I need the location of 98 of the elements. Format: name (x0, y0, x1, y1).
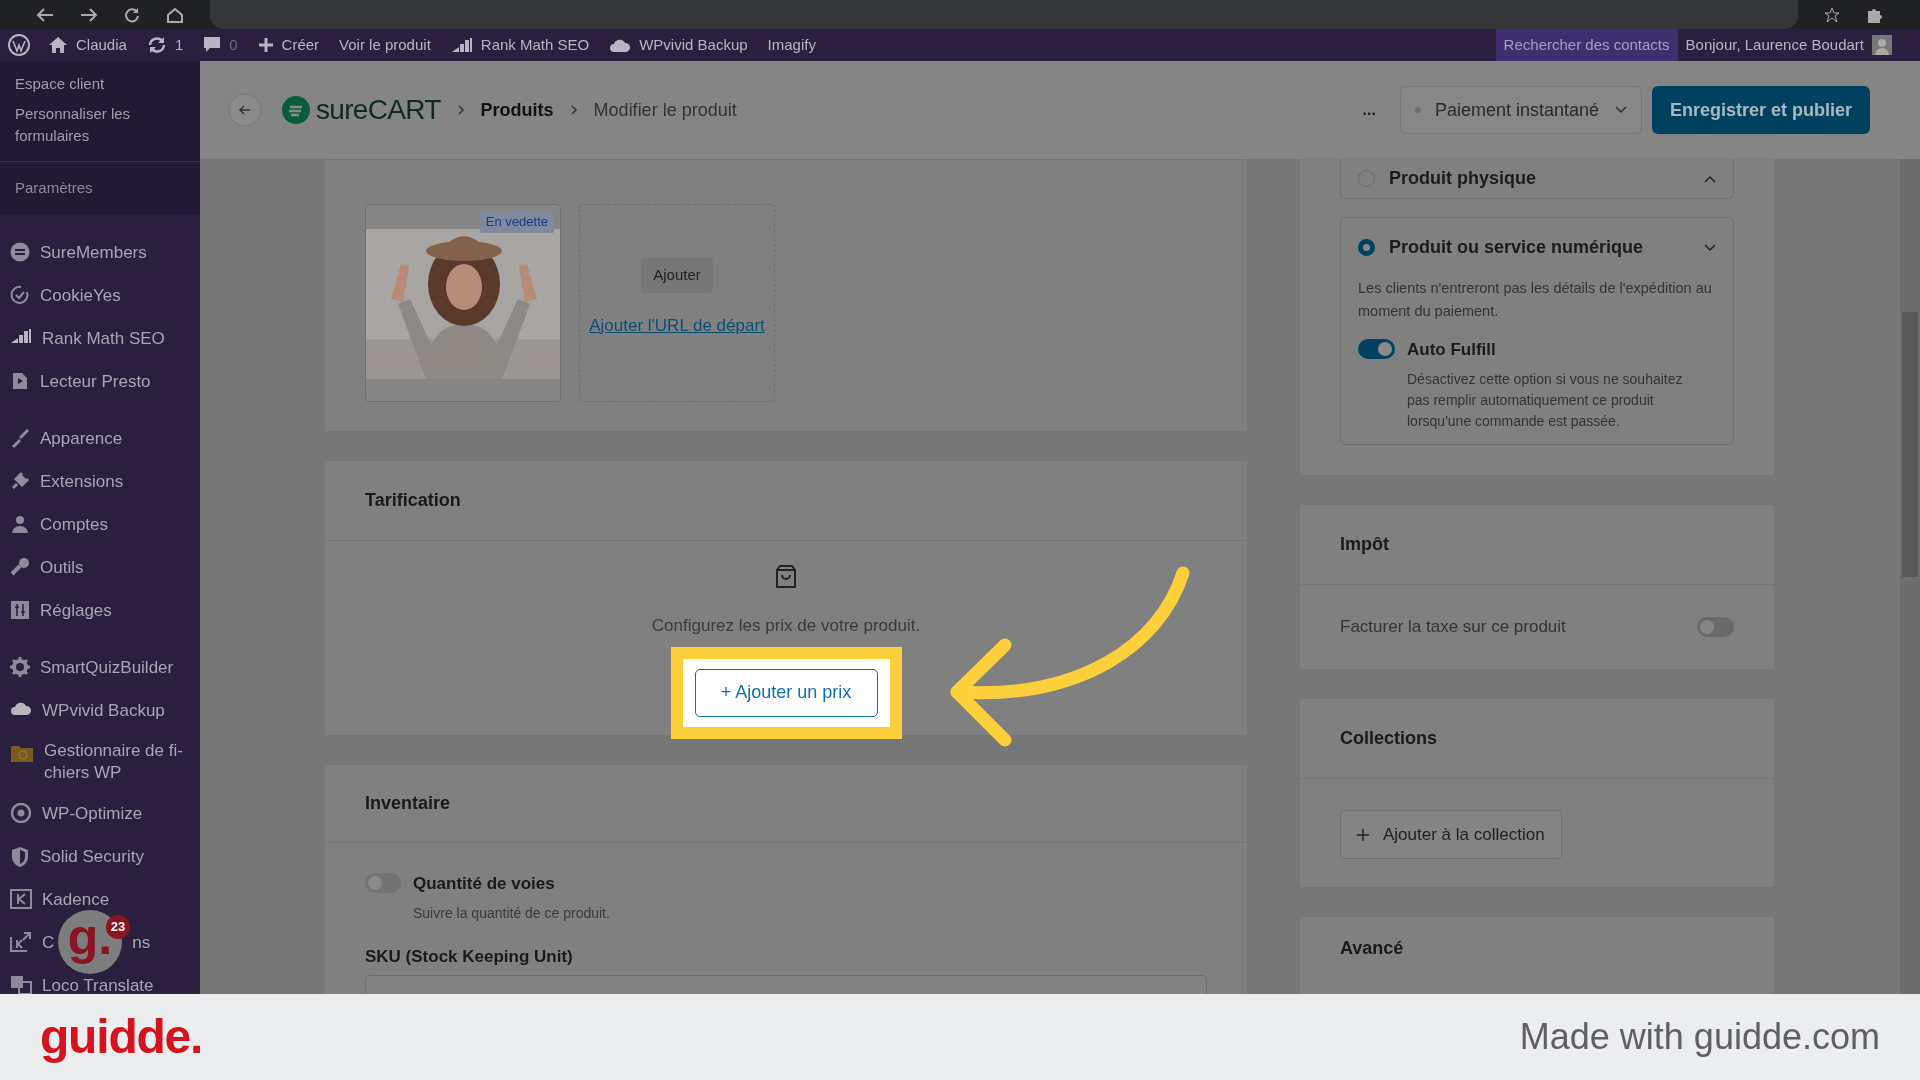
comment-icon (203, 36, 222, 54)
menu-item[interactable]: SmartQuizBuilder (40, 653, 190, 681)
play-icon (10, 370, 30, 391)
option-description: Les clients n'entreront pas les détails de l'expédition au moment du paiement. (1358, 279, 1713, 321)
chevron-right-icon (456, 104, 465, 116)
section-title: Avancé (1340, 938, 1404, 958)
add-to-collection-button[interactable]: Ajouter à la collection (1340, 810, 1562, 859)
search-contacts-link[interactable]: Rechercher des contacts (1495, 29, 1678, 61)
section-title: Collections (1340, 727, 1437, 750)
forward-icon[interactable] (80, 7, 98, 22)
menu-item-text[interactable]: C (42, 928, 55, 956)
translate-icon (10, 974, 32, 994)
toggle-label: Auto Fulfill (1407, 339, 1497, 361)
chevron-right-icon (569, 104, 578, 116)
brush-icon (10, 427, 30, 448)
menu-item[interactable]: Solid Security (40, 842, 190, 870)
guidde-logo: guidde. (40, 1009, 203, 1065)
back-icon[interactable] (36, 7, 54, 22)
gear-icon (10, 656, 30, 677)
star-icon[interactable] (1824, 6, 1840, 23)
toggle-switch[interactable] (1697, 617, 1734, 637)
chevron-down-icon (1614, 106, 1627, 114)
section-title: Impôt (1340, 533, 1389, 556)
kadence-icon (10, 931, 32, 952)
breadcrumb-link[interactable]: Produits (480, 96, 554, 124)
menu-item[interactable]: CookieYes (40, 281, 190, 309)
menu-item[interactable]: Comptes (40, 510, 190, 538)
menu-item[interactable]: Apparence (40, 424, 190, 452)
option-label: Produit physique (1389, 167, 1536, 190)
featured-badge: En vedette (479, 211, 554, 233)
sure-icon (10, 241, 30, 262)
chevron-icon[interactable] (1704, 243, 1716, 252)
admin-bar-link[interactable]: Claudia (76, 33, 127, 57)
chart-icon (10, 327, 32, 344)
breadcrumb-link[interactable]: Modifier le produit (593, 96, 737, 124)
toggle-switch[interactable] (1358, 339, 1395, 359)
kadence-icon (10, 888, 32, 909)
plus-icon (257, 37, 274, 53)
section-title: Inventaire (365, 792, 451, 815)
menu-item[interactable]: Loco Translate (42, 971, 190, 994)
radio-button[interactable] (1358, 239, 1375, 256)
chevron-icon[interactable] (1704, 174, 1716, 183)
menu-item[interactable]: Kadence (42, 885, 190, 913)
payment-select[interactable]: Paiement instantané (1399, 86, 1642, 134)
menu-item[interactable]: Extensions (40, 467, 190, 495)
user-icon (10, 513, 30, 534)
cookie-icon (10, 284, 30, 305)
submenu-link[interactable]: Personnaliser les formulaires (0, 99, 200, 151)
admin-bar-link[interactable]: Voir le produit (329, 29, 441, 61)
notification-count: 23 (106, 915, 130, 939)
pricing-message: Configurez les prix de votre produit. (651, 615, 921, 637)
credit-text: Made with guidde.com (1519, 1015, 1880, 1059)
shield-icon (10, 845, 30, 868)
submenu-link[interactable]: Paramètres (0, 162, 200, 215)
back-button[interactable] (228, 93, 262, 127)
sliders-icon (10, 599, 30, 620)
avatar-icon[interactable] (1872, 35, 1892, 55)
option-label: Produit ou service numérique (1389, 236, 1644, 259)
more-button[interactable]: ... (1362, 98, 1376, 122)
section-title: Tarification (365, 489, 461, 512)
admin-bar-link[interactable]: Imagify (757, 29, 826, 61)
chart-icon (450, 37, 473, 53)
menu-item[interactable]: WP-Optimize (42, 799, 190, 827)
shopping-bag-icon (775, 565, 797, 589)
reload-icon[interactable] (124, 6, 140, 23)
setting-label: Facturer la taxe sur ce produit (1340, 616, 1566, 639)
cloud-icon (609, 37, 632, 53)
brand-name: sureCART (316, 96, 441, 124)
greeting-link[interactable]: Bonjour, Laurence Boudart (1685, 33, 1864, 57)
home-icon (48, 36, 68, 54)
admin-bar-link[interactable]: Créer (281, 33, 320, 57)
toggle-hint: Désactivez cette option si vous ne souhaitez pas remplir automatiquement ce produit lorsqu'une commande est passée. (1407, 369, 1684, 431)
menu-item[interactable]: Réglages (40, 596, 190, 624)
surecart-logo-icon (282, 96, 310, 124)
admin-bar-link[interactable]: 1 (174, 33, 184, 57)
menu-item[interactable]: WPvivid Backup (42, 696, 190, 724)
menu-item[interactable]: Gestionnaire de fi-chiers WP (44, 739, 190, 784)
admin-bar-link[interactable]: Rank Math SEO (480, 33, 590, 57)
field-label: SKU (Stock Keeping Unit) (364, 945, 574, 968)
option-card[interactable]: Produit physique (1340, 159, 1734, 199)
submenu-link[interactable]: Espace client (0, 69, 200, 99)
wordpress-logo-icon[interactable] (8, 34, 30, 56)
publish-button[interactable]: Enregistrer et publier (1651, 86, 1870, 134)
add-button[interactable]: Ajouter (641, 258, 713, 293)
toggle-hint: Suivre la quantité de ce produit. (413, 903, 610, 923)
menu-item-text[interactable]: ns (132, 928, 151, 956)
menu-item[interactable]: Outils (40, 553, 190, 581)
menu-item[interactable]: Lecteur Presto (40, 367, 190, 395)
home-icon[interactable] (166, 6, 184, 23)
plus-icon (1357, 828, 1369, 841)
add-price-button[interactable]: + Ajouter un prix (694, 668, 878, 717)
admin-bar-link[interactable]: WPvivid Backup (639, 33, 748, 57)
upload-area[interactable]: Ajouter Ajouter l'URL de départ (579, 204, 775, 402)
option-card[interactable] (1340, 217, 1734, 445)
menu-item[interactable]: Rank Math SEO (42, 324, 190, 352)
menu-item[interactable]: SureMembers (40, 238, 190, 266)
refresh-icon (146, 36, 167, 54)
toggle-label: Quantité de voies (413, 873, 556, 895)
